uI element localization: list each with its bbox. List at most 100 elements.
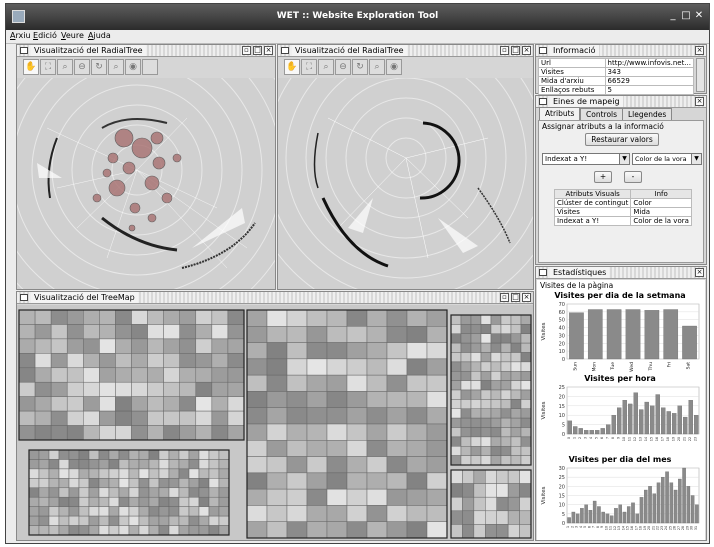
treemap-cell[interactable] <box>208 459 220 470</box>
table-row[interactable]: Clúster de contingut Color <box>553 198 692 208</box>
treemap-cell[interactable] <box>246 391 268 408</box>
treemap-cell[interactable] <box>490 352 502 363</box>
treemap-cell[interactable] <box>520 455 532 466</box>
treemap-cell[interactable] <box>88 487 100 498</box>
treemap-cell[interactable] <box>386 374 408 392</box>
treemap-cell[interactable] <box>99 396 116 412</box>
treemap-cell[interactable] <box>66 396 84 412</box>
treemap-cell[interactable] <box>68 525 80 536</box>
treemap-cell[interactable] <box>218 478 230 489</box>
treemap-cell[interactable] <box>50 410 68 426</box>
treemap-cell[interactable] <box>426 391 448 408</box>
treemap-cell[interactable] <box>78 478 90 489</box>
radial-tree-canvas[interactable] <box>278 78 533 289</box>
treemap-cell[interactable] <box>198 478 210 489</box>
treemap-cell[interactable] <box>211 381 229 397</box>
treemap-canvas[interactable] <box>17 305 533 540</box>
treemap-cell[interactable] <box>198 506 210 517</box>
treemap-cell[interactable] <box>426 358 448 376</box>
treemap-cell[interactable] <box>138 506 150 517</box>
treemap-cell[interactable] <box>500 436 512 447</box>
treemap-cell[interactable] <box>426 521 448 539</box>
treemap-cell[interactable] <box>366 374 388 392</box>
treemap-cell[interactable] <box>98 468 110 479</box>
frame-header[interactable]: Visualització del TreeMap ▫ □ × <box>17 292 533 304</box>
treemap-cell[interactable] <box>500 352 512 363</box>
treemap-cell[interactable] <box>98 459 110 470</box>
treemap-cell[interactable] <box>168 506 180 517</box>
treemap-cell[interactable] <box>34 324 52 340</box>
treemap-cell[interactable] <box>168 459 180 470</box>
treemap-cell[interactable] <box>218 459 230 470</box>
treemap-cell[interactable] <box>266 423 288 441</box>
treemap-cell[interactable] <box>163 410 180 426</box>
zoom-out-icon[interactable]: ⊖ <box>335 59 351 75</box>
hand-icon[interactable]: ✋ <box>284 59 300 75</box>
close-icon[interactable]: × <box>695 97 704 106</box>
treemap-cell[interactable] <box>306 521 328 539</box>
treemap-cell[interactable] <box>426 505 448 522</box>
treemap-cell[interactable] <box>450 417 462 428</box>
treemap-cell[interactable] <box>178 449 190 460</box>
treemap-cell[interactable] <box>115 381 132 397</box>
treemap-cell[interactable] <box>306 505 328 522</box>
treemap-cell[interactable] <box>211 410 229 426</box>
treemap-cell[interactable] <box>366 309 388 327</box>
treemap-cell[interactable] <box>178 515 190 526</box>
treemap-cell[interactable] <box>470 361 482 372</box>
treemap-cell[interactable] <box>131 309 148 325</box>
treemap-cell[interactable] <box>18 396 36 412</box>
treemap-cell[interactable] <box>188 525 200 536</box>
treemap-cell[interactable] <box>88 478 100 489</box>
treemap-cell[interactable] <box>520 427 532 438</box>
treemap-cell[interactable] <box>163 353 180 369</box>
treemap-cell[interactable] <box>28 506 40 517</box>
treemap-cell[interactable] <box>83 410 100 426</box>
close-icon[interactable]: × <box>695 268 704 277</box>
treemap-cell[interactable] <box>386 358 408 376</box>
treemap-cell[interactable] <box>246 309 268 327</box>
treemap-cell[interactable] <box>386 440 408 457</box>
treemap-cell[interactable] <box>306 374 328 392</box>
treemap-cell[interactable] <box>148 487 160 498</box>
treemap-cell[interactable] <box>510 446 522 456</box>
treemap-cell[interactable] <box>326 309 348 327</box>
treemap-cell[interactable] <box>520 417 532 428</box>
treemap-cell[interactable] <box>366 342 388 360</box>
treemap-cell[interactable] <box>88 496 100 507</box>
treemap-cell[interactable] <box>168 515 180 526</box>
treemap-cell[interactable] <box>131 425 148 441</box>
treemap-cell[interactable] <box>246 374 268 392</box>
treemap-cell[interactable] <box>208 525 220 536</box>
search-icon[interactable]: ⌕ <box>108 59 124 75</box>
treemap-cell[interactable] <box>386 342 408 360</box>
hand-icon[interactable]: ✋ <box>23 59 39 75</box>
treemap-cell[interactable] <box>480 380 492 391</box>
treemap-cell[interactable] <box>68 506 80 517</box>
treemap-cell[interactable] <box>426 488 448 506</box>
treemap-cell[interactable] <box>450 496 463 512</box>
treemap-cell[interactable] <box>48 487 60 498</box>
info-scrollbar[interactable] <box>696 58 705 92</box>
treemap-cell[interactable] <box>480 417 492 428</box>
close-icon[interactable]: × <box>264 46 273 55</box>
treemap-cell[interactable] <box>168 449 180 460</box>
treemap-cell[interactable] <box>490 417 502 428</box>
treemap-cell[interactable] <box>198 525 210 536</box>
close-icon[interactable]: × <box>695 46 704 55</box>
treemap-cell[interactable] <box>496 469 509 484</box>
treemap-cell[interactable] <box>198 449 210 460</box>
treemap-cell[interactable] <box>99 338 116 354</box>
treemap-cell[interactable] <box>462 524 475 539</box>
treemap-cell[interactable] <box>108 449 120 460</box>
treemap-cell[interactable] <box>496 524 509 539</box>
fit-icon[interactable]: ⛶ <box>301 59 317 75</box>
treemap-cell[interactable] <box>406 374 428 392</box>
treemap-cell[interactable] <box>496 496 509 512</box>
treemap-cell[interactable] <box>179 425 197 441</box>
treemap-cell[interactable] <box>195 396 213 412</box>
treemap-cell[interactable] <box>108 525 120 536</box>
treemap-cell[interactable] <box>78 515 90 526</box>
treemap-cell[interactable] <box>83 396 100 412</box>
treemap-cell[interactable] <box>490 446 502 456</box>
